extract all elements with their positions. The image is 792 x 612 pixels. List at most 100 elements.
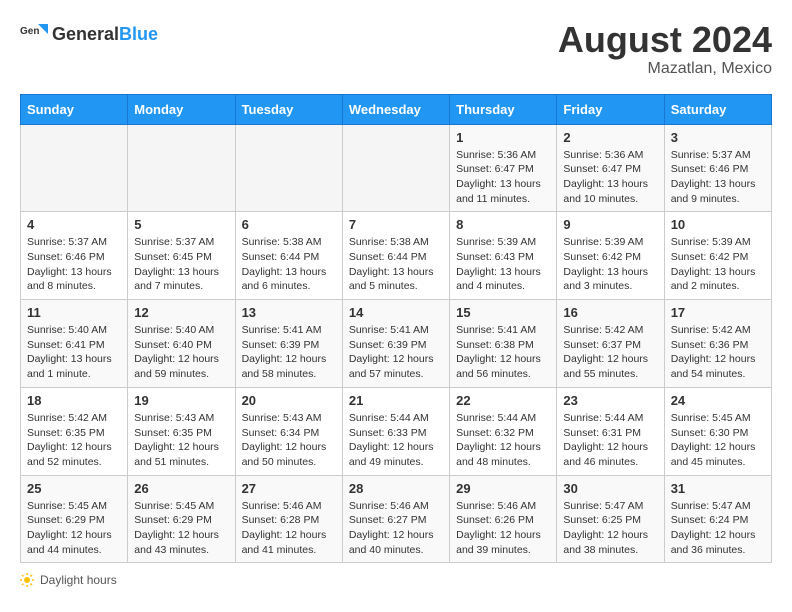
calendar-week-row: 1 Sunrise: 5:36 AMSunset: 6:47 PMDaylight… <box>21 124 772 212</box>
calendar-day-cell: 7Sunrise: 5:38 AMSunset: 6:44 PMDaylight… <box>342 212 449 300</box>
day-number: 20 <box>242 393 336 408</box>
day-number: 1 <box>456 130 550 145</box>
logo: Gen GeneralBlue <box>20 20 158 48</box>
calendar-day-cell: 28 Sunrise: 5:46 AMSunset: 6:27 PMDayligh… <box>342 475 449 563</box>
page-subtitle: Mazatlan, Mexico <box>558 60 772 78</box>
day-info: Sunrise: 5:37 AMSunset: 6:46 PMDaylight:… <box>671 148 765 207</box>
day-info: Sunrise: 5:42 AMSunset: 6:35 PMDaylight:… <box>27 411 121 470</box>
calendar-week-row: 25 Sunrise: 5:45 AMSunset: 6:29 PMDayligh… <box>21 475 772 563</box>
calendar-day-cell <box>128 124 235 212</box>
day-info: Sunrise: 5:36 AMSunset: 6:47 PMDaylight:… <box>563 148 657 207</box>
calendar-day-cell: 1 Sunrise: 5:36 AMSunset: 6:47 PMDaylight… <box>450 124 557 212</box>
calendar-day-cell: 20 Sunrise: 5:43 AMSunset: 6:34 PMDayligh… <box>235 387 342 475</box>
day-info: Sunrise: 5:41 AMSunset: 6:38 PMDaylight:… <box>456 323 550 382</box>
day-number: 4 <box>27 217 121 232</box>
day-number: 28 <box>349 481 443 496</box>
calendar-day-cell: 5 Sunrise: 5:37 AMSunset: 6:45 PMDaylight… <box>128 212 235 300</box>
calendar-day-cell: 2 Sunrise: 5:36 AMSunset: 6:47 PMDaylight… <box>557 124 664 212</box>
calendar-day-cell: 19 Sunrise: 5:43 AMSunset: 6:35 PMDayligh… <box>128 387 235 475</box>
calendar-day-cell: 29Sunrise: 5:46 AMSunset: 6:26 PMDayligh… <box>450 475 557 563</box>
calendar-day-cell <box>342 124 449 212</box>
calendar-day-cell: 22Sunrise: 5:44 AMSunset: 6:32 PMDayligh… <box>450 387 557 475</box>
day-number: 3 <box>671 130 765 145</box>
calendar-day-header: Saturday <box>664 94 771 124</box>
day-info: Sunrise: 5:38 AMSunset: 6:44 PMDaylight:… <box>242 235 336 294</box>
day-info: Sunrise: 5:40 AMSunset: 6:40 PMDaylight:… <box>134 323 228 382</box>
day-info: Sunrise: 5:39 AMSunset: 6:43 PMDaylight:… <box>456 235 550 294</box>
calendar-week-row: 4Sunrise: 5:37 AMSunset: 6:46 PMDaylight… <box>21 212 772 300</box>
calendar-day-cell: 4Sunrise: 5:37 AMSunset: 6:46 PMDaylight… <box>21 212 128 300</box>
calendar-day-cell: 3 Sunrise: 5:37 AMSunset: 6:46 PMDaylight… <box>664 124 771 212</box>
calendar-day-cell: 6 Sunrise: 5:38 AMSunset: 6:44 PMDaylight… <box>235 212 342 300</box>
day-info: Sunrise: 5:36 AMSunset: 6:47 PMDaylight:… <box>456 148 550 207</box>
calendar-day-cell: 9 Sunrise: 5:39 AMSunset: 6:42 PMDaylight… <box>557 212 664 300</box>
calendar-day-cell: 17 Sunrise: 5:42 AMSunset: 6:36 PMDayligh… <box>664 300 771 388</box>
day-info: Sunrise: 5:47 AMSunset: 6:24 PMDaylight:… <box>671 499 765 558</box>
calendar-day-cell: 31 Sunrise: 5:47 AMSunset: 6:24 PMDayligh… <box>664 475 771 563</box>
day-number: 21 <box>349 393 443 408</box>
calendar-day-cell: 16Sunrise: 5:42 AMSunset: 6:37 PMDayligh… <box>557 300 664 388</box>
day-number: 16 <box>563 305 657 320</box>
day-info: Sunrise: 5:43 AMSunset: 6:35 PMDaylight:… <box>134 411 228 470</box>
day-number: 30 <box>563 481 657 496</box>
day-number: 27 <box>242 481 336 496</box>
calendar-day-cell: 25 Sunrise: 5:45 AMSunset: 6:29 PMDayligh… <box>21 475 128 563</box>
calendar-day-cell: 21 Sunrise: 5:44 AMSunset: 6:33 PMDayligh… <box>342 387 449 475</box>
calendar-day-cell: 27 Sunrise: 5:46 AMSunset: 6:28 PMDayligh… <box>235 475 342 563</box>
day-info: Sunrise: 5:37 AMSunset: 6:45 PMDaylight:… <box>134 235 228 294</box>
calendar-day-header: Monday <box>128 94 235 124</box>
calendar-day-header: Thursday <box>450 94 557 124</box>
logo-blue-text: Blue <box>119 24 158 44</box>
day-number: 17 <box>671 305 765 320</box>
calendar-day-cell: 12Sunrise: 5:40 AMSunset: 6:40 PMDayligh… <box>128 300 235 388</box>
day-number: 31 <box>671 481 765 496</box>
calendar-day-cell: 8 Sunrise: 5:39 AMSunset: 6:43 PMDaylight… <box>450 212 557 300</box>
day-info: Sunrise: 5:39 AMSunset: 6:42 PMDaylight:… <box>671 235 765 294</box>
day-info: Sunrise: 5:44 AMSunset: 6:33 PMDaylight:… <box>349 411 443 470</box>
page-header: Gen GeneralBlue August 2024 Mazatlan, Me… <box>20 20 772 78</box>
day-number: 2 <box>563 130 657 145</box>
calendar-day-cell: 14Sunrise: 5:41 AMSunset: 6:39 PMDayligh… <box>342 300 449 388</box>
day-info: Sunrise: 5:44 AMSunset: 6:32 PMDaylight:… <box>456 411 550 470</box>
calendar-day-cell: 13 Sunrise: 5:41 AMSunset: 6:39 PMDayligh… <box>235 300 342 388</box>
svg-text:Gen: Gen <box>20 26 39 37</box>
title-block: August 2024 Mazatlan, Mexico <box>558 20 772 78</box>
day-number: 14 <box>349 305 443 320</box>
logo-general-text: General <box>52 24 119 44</box>
calendar-day-cell: 24Sunrise: 5:45 AMSunset: 6:30 PMDayligh… <box>664 387 771 475</box>
daylight-hours-label: Daylight hours <box>40 573 117 587</box>
day-info: Sunrise: 5:45 AMSunset: 6:29 PMDaylight:… <box>134 499 228 558</box>
day-number: 13 <box>242 305 336 320</box>
footer: Daylight hours <box>20 573 772 587</box>
calendar-day-header: Wednesday <box>342 94 449 124</box>
day-number: 18 <box>27 393 121 408</box>
day-info: Sunrise: 5:45 AMSunset: 6:29 PMDaylight:… <box>27 499 121 558</box>
day-info: Sunrise: 5:38 AMSunset: 6:44 PMDaylight:… <box>349 235 443 294</box>
day-info: Sunrise: 5:44 AMSunset: 6:31 PMDaylight:… <box>563 411 657 470</box>
day-info: Sunrise: 5:41 AMSunset: 6:39 PMDaylight:… <box>242 323 336 382</box>
day-number: 25 <box>27 481 121 496</box>
day-number: 19 <box>134 393 228 408</box>
calendar-day-header: Friday <box>557 94 664 124</box>
day-number: 9 <box>563 217 657 232</box>
calendar-day-cell: 18 Sunrise: 5:42 AMSunset: 6:35 PMDayligh… <box>21 387 128 475</box>
calendar-day-cell: 26Sunrise: 5:45 AMSunset: 6:29 PMDayligh… <box>128 475 235 563</box>
day-number: 8 <box>456 217 550 232</box>
calendar-day-cell <box>21 124 128 212</box>
day-info: Sunrise: 5:46 AMSunset: 6:28 PMDaylight:… <box>242 499 336 558</box>
day-info: Sunrise: 5:40 AMSunset: 6:41 PMDaylight:… <box>27 323 121 382</box>
day-info: Sunrise: 5:43 AMSunset: 6:34 PMDaylight:… <box>242 411 336 470</box>
day-info: Sunrise: 5:45 AMSunset: 6:30 PMDaylight:… <box>671 411 765 470</box>
day-info: Sunrise: 5:42 AMSunset: 6:36 PMDaylight:… <box>671 323 765 382</box>
day-info: Sunrise: 5:46 AMSunset: 6:27 PMDaylight:… <box>349 499 443 558</box>
day-info: Sunrise: 5:39 AMSunset: 6:42 PMDaylight:… <box>563 235 657 294</box>
calendar-day-cell: 11Sunrise: 5:40 AMSunset: 6:41 PMDayligh… <box>21 300 128 388</box>
day-number: 5 <box>134 217 228 232</box>
day-number: 15 <box>456 305 550 320</box>
calendar-day-header: Sunday <box>21 94 128 124</box>
calendar-header-row: SundayMondayTuesdayWednesdayThursdayFrid… <box>21 94 772 124</box>
daylight-hours-note: Daylight hours <box>20 573 772 587</box>
calendar-week-row: 11Sunrise: 5:40 AMSunset: 6:41 PMDayligh… <box>21 300 772 388</box>
day-number: 6 <box>242 217 336 232</box>
day-number: 10 <box>671 217 765 232</box>
